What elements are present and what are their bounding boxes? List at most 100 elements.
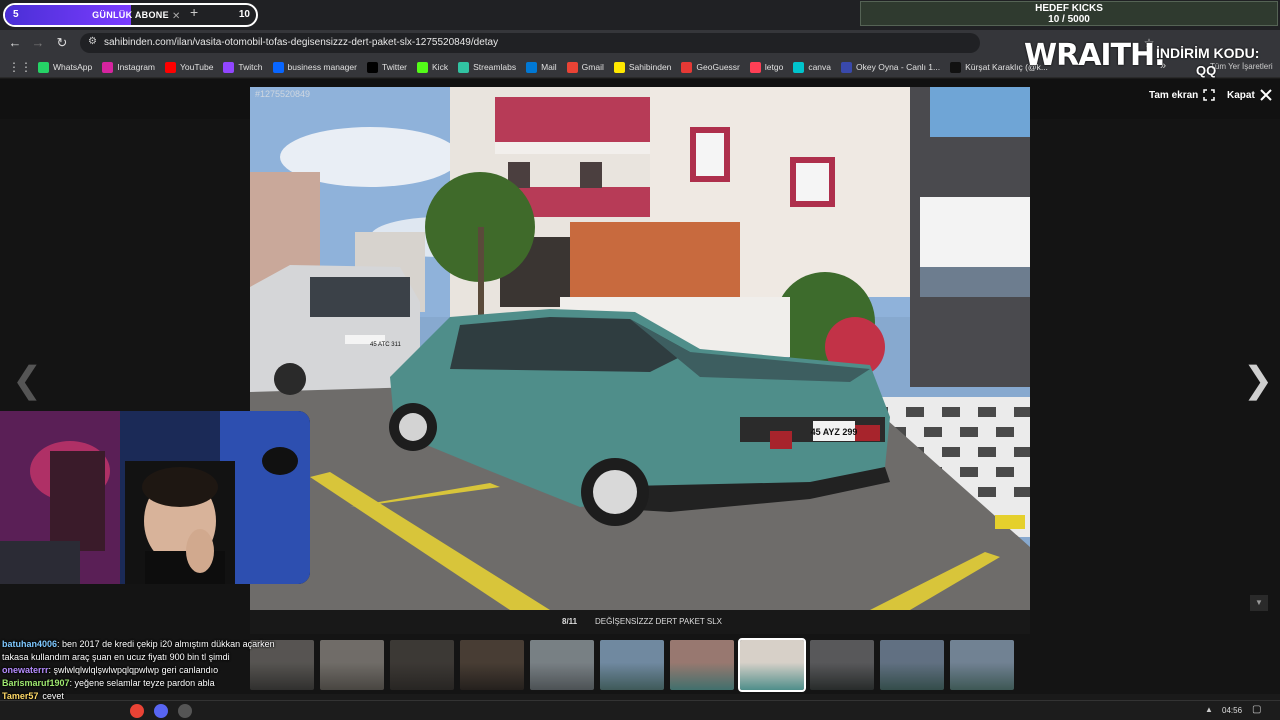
settings-icon[interactable] <box>178 704 192 718</box>
whatsapp-icon <box>38 61 49 73</box>
bookmark-label: YouTube <box>180 62 214 72</box>
chat-message: Barismaruf1907: yeğene selamlar teyze pa… <box>2 677 302 690</box>
bookmark-twitch[interactable]: Twitch <box>223 61 263 73</box>
bookmark-youtube[interactable]: YouTube <box>165 61 214 73</box>
chat-username[interactable]: Barismaruf1907 <box>2 678 70 688</box>
gallery-thumbnail[interactable] <box>670 640 734 690</box>
chat-text: : şwlwlqlwlqlşwlwpqlqpwlwp geri canlandı… <box>48 665 219 675</box>
gallery-thumbnail[interactable] <box>600 640 664 690</box>
bookmark-label: business manager <box>287 62 357 72</box>
thumbnail-strip <box>250 638 1030 694</box>
main-photo[interactable]: 45 AYZ 299 45 ATC 311 #1275520849 <box>250 87 1030 610</box>
bookmark-mail[interactable]: Mail <box>526 61 557 73</box>
chat-username[interactable]: batuhan4006 <box>2 639 57 649</box>
tiktok-icon <box>950 61 962 73</box>
gallery-thumbnail[interactable] <box>390 640 454 690</box>
bookmark-label: Streamlabs <box>473 62 517 72</box>
bookmark-label: Kick <box>432 62 449 72</box>
photo-counter: 8/11 <box>562 617 578 626</box>
letgo-icon <box>749 61 761 73</box>
forward-icon[interactable]: → <box>29 34 47 52</box>
bookmark-label: canva <box>808 62 832 72</box>
listing-id: #1275520849 <box>255 89 311 99</box>
url-bar[interactable]: ⚙ sahibinden.com/ilan/vasita-otomobil-to… <box>80 33 980 53</box>
streamer-webcam <box>0 411 310 584</box>
kick-icon <box>417 61 429 73</box>
close-label: Kapat <box>1227 89 1255 101</box>
apps-grid-icon[interactable]: ⋮⋮ <box>8 60 32 74</box>
url-text[interactable]: sahibinden.com/ilan/vasita-otomobil-tofa… <box>104 37 498 48</box>
mail-icon <box>526 61 538 73</box>
bookmark-pin[interactable]: GeoGuessr <box>681 61 740 73</box>
gallery-thumbnail[interactable] <box>530 640 594 690</box>
chat-message: batuhan4006: ben 2017 de kredi çekip i20… <box>2 638 302 664</box>
bookmark-instagram[interactable]: Instagram <box>102 61 155 73</box>
photo-caption: DEĞİŞENSİZZZ DERT PAKET SLX <box>595 617 722 626</box>
gallery-thumbnail[interactable] <box>950 640 1014 690</box>
fullscreen-label: Tam ekran <box>1149 89 1199 101</box>
bookmark-label: Okey Oyna - Canlı 1... <box>856 62 941 72</box>
bookmark-label: GeoGuessr <box>696 62 740 72</box>
car-photo-illustration: 45 AYZ 299 45 ATC 311 <box>250 87 1030 610</box>
bookmark-letgo[interactable]: letgo <box>749 61 784 73</box>
tray-expand-icon[interactable]: ▲ <box>1205 705 1213 714</box>
new-tab-icon[interactable]: + <box>190 4 198 20</box>
close-icon <box>1260 89 1272 101</box>
chrome-icon[interactable] <box>130 704 144 718</box>
site-info-icon[interactable]: ⚙ <box>88 36 97 47</box>
car-plate-main: 45 AYZ 299 <box>811 427 858 437</box>
gallery-thumbnail[interactable] <box>320 640 384 690</box>
twitch-icon <box>223 61 235 73</box>
daily-subscriber-goal-widget: 5 GÜNLÜK ABONE 10 ✕ <box>3 3 258 27</box>
kick-goal-title: HEDEF KICKS <box>1035 3 1103 14</box>
chat-text: : yeğene selamlar teyze pardon abla <box>69 678 215 688</box>
bookmark-x[interactable]: Twitter <box>366 61 408 73</box>
streamlabs-icon <box>458 61 470 73</box>
next-photo-icon[interactable]: ❯ <box>1243 359 1273 401</box>
kick-goal-progress: 10 / 5000 <box>1048 14 1090 25</box>
previous-photo-icon[interactable]: ❮ <box>12 359 42 401</box>
scroll-down-icon[interactable]: ▼ <box>1250 595 1268 611</box>
reload-icon[interactable]: ↻ <box>53 34 71 52</box>
bookmark-whatsapp[interactable]: WhatsApp <box>38 61 92 73</box>
x-icon <box>366 61 378 73</box>
goal-title: GÜNLÜK ABONE <box>92 10 169 20</box>
gallery-thumbnail[interactable] <box>460 640 524 690</box>
bookmark-label: Twitter <box>381 62 408 72</box>
windows-taskbar: ▲ 04:56 ▢ <box>0 700 1280 720</box>
bookmark-label: letgo <box>764 62 784 72</box>
goal-target: 10 <box>238 9 250 20</box>
bookmark-label: Sahibinden <box>628 62 672 72</box>
instagram-icon <box>102 61 114 73</box>
notification-icon[interactable]: ▢ <box>1252 704 1261 715</box>
bookmark-gmail[interactable]: Gmail <box>566 61 604 73</box>
discord-icon[interactable] <box>154 704 168 718</box>
meta-icon <box>272 61 284 73</box>
close-button[interactable]: Kapat <box>1227 89 1272 101</box>
back-icon[interactable]: ← <box>6 34 24 52</box>
gallery-thumbnail[interactable] <box>738 638 806 692</box>
bookmark-kick[interactable]: Kick <box>417 61 449 73</box>
fullscreen-icon <box>1203 89 1216 101</box>
bookmark-label: Twitch <box>238 62 263 72</box>
bookmark-streamlabs[interactable]: Streamlabs <box>458 61 517 73</box>
gallery-thumbnail[interactable] <box>810 640 874 690</box>
gallery-thumbnail[interactable] <box>880 640 944 690</box>
photo-gallery-lightbox: Tam ekran Kapat ❮ ❯ 45 AYZ 299 45 ATC 31… <box>0 79 1280 694</box>
youtube-icon <box>165 61 177 73</box>
kick-goal-widget: HEDEF KICKS 10 / 5000 <box>860 1 1278 26</box>
bookmark-label: Gmail <box>581 62 604 72</box>
sponsor-logo: WRAITH. <box>1024 38 1166 73</box>
bookmark-label: Mail <box>541 62 557 72</box>
bookmark-sahibinden[interactable]: Sahibinden <box>613 61 672 73</box>
bookmark-meta[interactable]: business manager <box>272 61 357 73</box>
clock: 04:56 <box>1222 706 1243 715</box>
fullscreen-button[interactable]: Tam ekran <box>1149 89 1216 101</box>
tab-close-icon[interactable]: ✕ <box>172 11 180 22</box>
bookmark-okey[interactable]: Okey Oyna - Canlı 1... <box>841 61 941 73</box>
all-bookmarks-link[interactable]: Tüm Yer İşaretleri <box>1210 62 1273 71</box>
bookmark-canva[interactable]: canva <box>793 61 832 73</box>
promo-label: İNDİRİM KODU: <box>1156 45 1260 61</box>
sahibinden-icon <box>613 61 625 73</box>
chat-username[interactable]: onewaterrr <box>2 665 49 675</box>
